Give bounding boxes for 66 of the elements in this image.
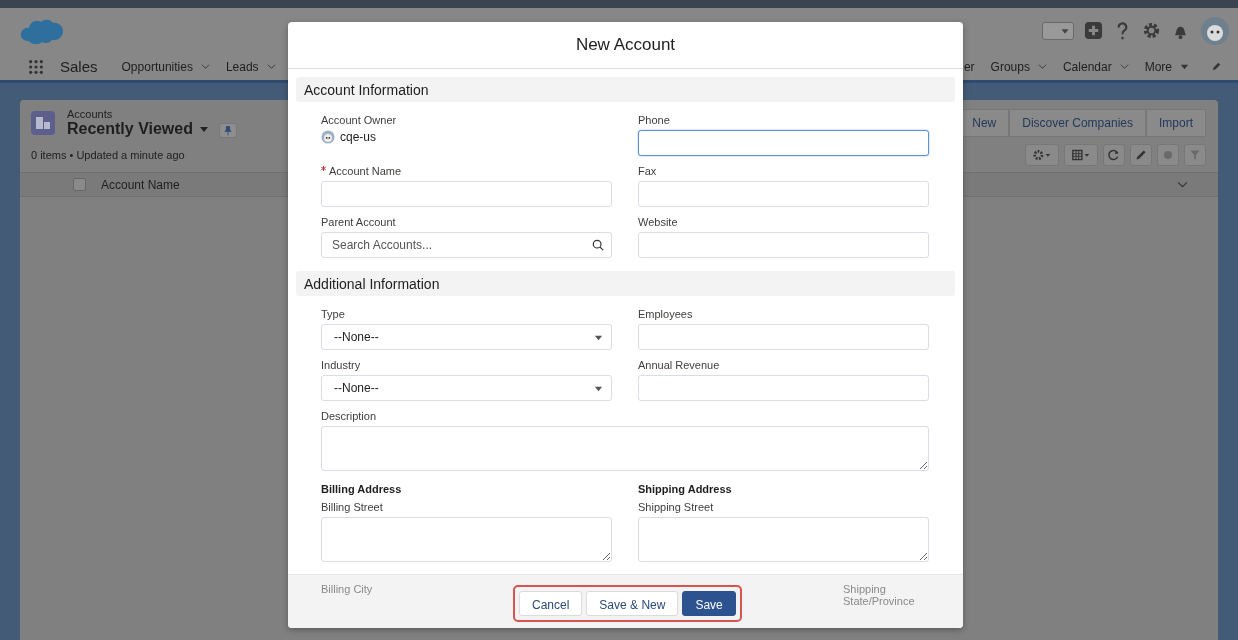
search-icon [592, 239, 604, 251]
field-label: Fax [638, 165, 658, 177]
field-label: Shipping Street [638, 501, 715, 513]
app-launcher-icon[interactable] [28, 58, 44, 75]
plus-icon[interactable] [1084, 21, 1103, 40]
chevron-icon[interactable] [266, 62, 276, 71]
field-label: Type [321, 308, 346, 320]
address-heading: Billing Address [321, 483, 403, 495]
nav-tab[interactable]: Leads [225, 59, 276, 74]
text-input[interactable] [638, 130, 929, 156]
nav-tab[interactable]: More [1144, 59, 1189, 74]
address-heading: Shipping Address [638, 483, 733, 495]
field-label: Account Owner [321, 114, 398, 126]
field-label: Billing City [321, 583, 374, 595]
nav-tab[interactable]: Opportunities [121, 59, 210, 74]
object-name: Accounts [67, 108, 114, 120]
field-label: Employees [638, 308, 694, 320]
app-name: Sales [60, 58, 98, 75]
field-label: Website [638, 216, 679, 228]
pin-button[interactable] [219, 122, 237, 138]
settings-menu-button[interactable] [1025, 144, 1059, 166]
field-label: Description [321, 410, 378, 422]
field-label: Account Name [321, 165, 612, 177]
caret-icon[interactable] [199, 124, 209, 134]
chart-button[interactable] [1157, 144, 1179, 166]
chevron-icon[interactable] [1037, 62, 1047, 71]
field-label: Shipping State/Province [843, 583, 916, 607]
dialog-button[interactable]: Save & New [586, 591, 679, 616]
nav-tab[interactable]: er [963, 59, 975, 74]
filter-button[interactable] [1184, 144, 1206, 166]
section-title: Additional Information [304, 275, 440, 292]
dialog-button[interactable]: Cancel [519, 591, 583, 616]
favorites-button[interactable] [1042, 21, 1074, 40]
pin-icon [224, 124, 232, 136]
avatar-icon[interactable] [1200, 15, 1230, 46]
accounts-icon [31, 111, 55, 135]
display-menu-button[interactable] [1064, 144, 1098, 166]
field-label: Annual Revenue [638, 359, 721, 371]
list-action-button[interactable]: Discover Companies [1009, 109, 1146, 137]
list-view-selector[interactable]: Recently Viewed [67, 120, 209, 138]
chevron-icon[interactable] [200, 62, 210, 71]
list-status: 0 items • Updated a minute ago [31, 149, 185, 161]
dialog-title: New Account [575, 35, 676, 55]
chevron-icon[interactable] [1177, 179, 1188, 190]
select-all-checkbox[interactable] [73, 178, 86, 191]
nav-tab[interactable]: Groups [990, 59, 1047, 74]
field-label: Phone [638, 114, 671, 126]
section-title: Account Information [304, 81, 429, 98]
dialog-button[interactable]: Save [682, 591, 736, 616]
caret-icon[interactable] [1180, 62, 1189, 71]
picklist[interactable]: --None-- [321, 324, 612, 350]
edit-button[interactable] [1130, 144, 1152, 166]
owner-name[interactable]: cqe-us [340, 130, 377, 144]
user-avatar-icon [321, 130, 335, 144]
field-label: Parent Account [321, 216, 397, 228]
nav-tab[interactable]: Calendar [1062, 59, 1129, 74]
lookup-field[interactable]: Search Accounts... [321, 232, 612, 258]
settings-icon[interactable] [1142, 21, 1161, 40]
refresh-button[interactable] [1103, 144, 1125, 166]
field-label: Billing Street [321, 501, 384, 513]
picklist[interactable]: --None-- [321, 375, 612, 401]
field-label: Industry [321, 359, 362, 371]
column-header[interactable]: Account Name [101, 177, 180, 192]
pencil-icon[interactable] [1211, 61, 1222, 72]
chevron-icon[interactable] [1119, 62, 1129, 71]
list-action-button[interactable]: Import [1146, 109, 1206, 137]
